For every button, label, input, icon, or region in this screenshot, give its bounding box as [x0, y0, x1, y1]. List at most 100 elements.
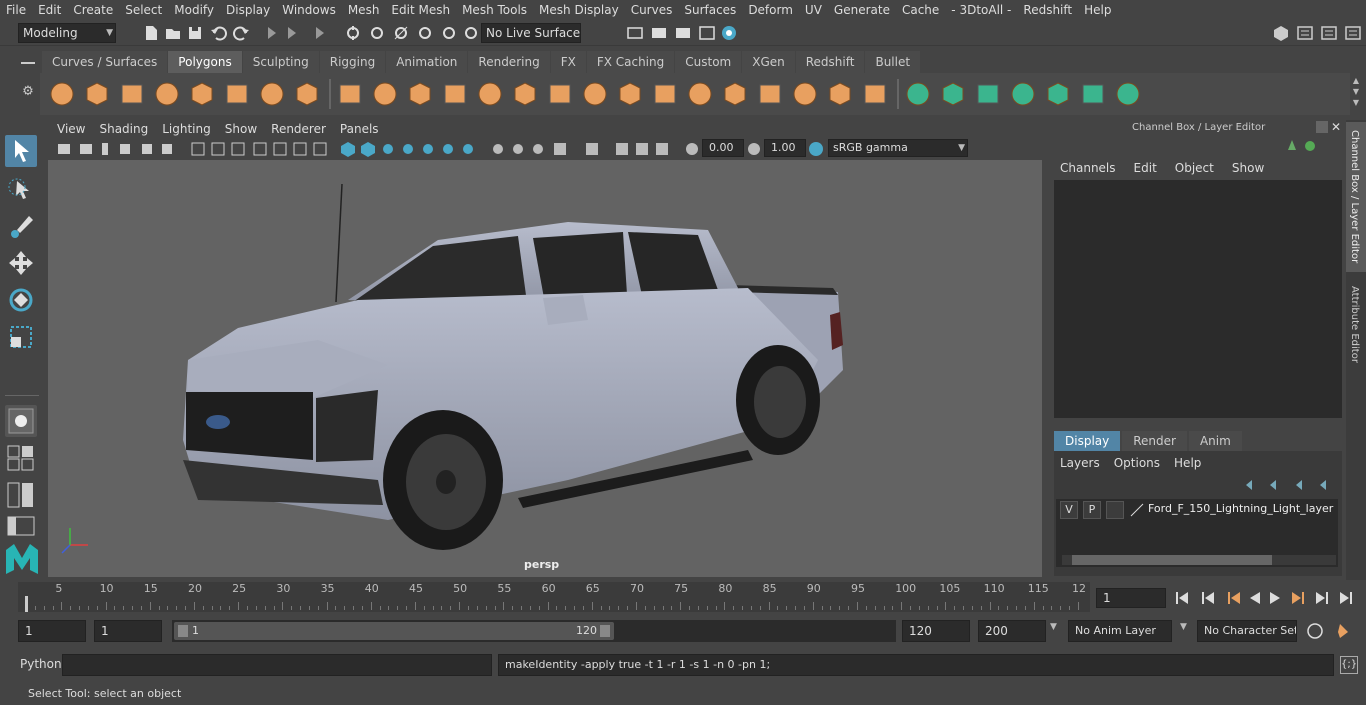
automatic-uv-icon[interactable] — [1009, 80, 1037, 108]
mode-dropdown[interactable]: Modeling ▼ — [18, 23, 116, 43]
menu-edit[interactable]: Edit — [32, 0, 67, 20]
snap-point-icon[interactable] — [392, 24, 410, 42]
perspective-viewport[interactable]: persp — [48, 160, 1042, 577]
menu-mesh-tools[interactable]: Mesh Tools — [456, 0, 533, 20]
range-slider-end-handle[interactable] — [600, 625, 610, 637]
multi-cut-icon[interactable] — [581, 80, 609, 108]
plane-icon[interactable] — [188, 80, 216, 108]
spherical-uv-icon[interactable] — [974, 80, 1002, 108]
menu-select[interactable]: Select — [119, 0, 168, 20]
layer-visibility-toggle[interactable]: V — [1060, 501, 1078, 519]
bridge-icon[interactable] — [511, 80, 539, 108]
layer-scrollbar[interactable] — [1062, 555, 1336, 565]
colorspace-dropdown[interactable]: sRGB gamma ▼ — [828, 139, 968, 157]
toggle-attribute-editor-icon[interactable] — [1296, 24, 1314, 42]
menu-3dtoall[interactable]: - 3DtoAll - — [945, 0, 1017, 20]
pyramid-icon[interactable] — [258, 80, 286, 108]
command-input[interactable] — [62, 654, 492, 676]
float-panel-icon[interactable] — [1316, 121, 1328, 133]
lasso-tool-button[interactable] — [5, 173, 37, 205]
render-settings-icon[interactable] — [698, 24, 716, 42]
unfold-uv-icon[interactable] — [1044, 80, 1072, 108]
viewport-menu-lighting[interactable]: Lighting — [155, 122, 218, 136]
ipr-render-icon[interactable] — [674, 24, 692, 42]
viewport-menu-panels[interactable]: Panels — [333, 122, 386, 136]
anim-layer-dropdown[interactable]: No Anim Layer — [1068, 620, 1172, 642]
range-slider-start-handle[interactable] — [178, 625, 188, 637]
command-language-label[interactable]: Python — [20, 657, 62, 671]
cube-icon[interactable] — [83, 80, 111, 108]
sew-uv-icon[interactable] — [1114, 80, 1142, 108]
character-set-dropdown[interactable]: No Character Set — [1197, 620, 1297, 642]
menu-display[interactable]: Display — [220, 0, 276, 20]
channel-box-menu-edit[interactable]: Edit — [1134, 161, 1175, 175]
shelf-tab-curves-surfaces[interactable]: Curves / Surfaces — [42, 51, 168, 73]
shelf-tab-fx[interactable]: FX — [550, 51, 586, 73]
side-by-side-layout-button[interactable] — [6, 482, 36, 508]
range-slider-track[interactable]: 1 120 — [172, 620, 896, 642]
single-perspective-layout-button[interactable] — [5, 405, 37, 437]
shelf-tab-custom[interactable]: Custom — [675, 51, 742, 73]
viewport-menu-show[interactable]: Show — [218, 122, 264, 136]
snap-curve-icon[interactable] — [368, 24, 386, 42]
insert-edge-loop-icon[interactable] — [721, 80, 749, 108]
layer-tab-anim[interactable]: Anim — [1188, 431, 1242, 451]
append-polygon-icon[interactable] — [686, 80, 714, 108]
shelf-tab-redshift[interactable]: Redshift — [795, 51, 865, 73]
menu-help[interactable]: Help — [1078, 0, 1117, 20]
collapse-icon[interactable] — [861, 80, 889, 108]
channel-box-menu-show[interactable]: Show — [1232, 161, 1282, 175]
cylindrical-uv-icon[interactable] — [939, 80, 967, 108]
animation-start-field[interactable]: 1 — [18, 620, 86, 642]
layer-playback-toggle[interactable]: P — [1083, 501, 1101, 519]
paint-select-tool-button[interactable] — [5, 210, 37, 242]
close-panel-icon[interactable]: ✕ — [1331, 120, 1341, 134]
uv-editor-icon[interactable] — [1079, 80, 1107, 108]
layer-menu-layers[interactable]: Layers — [1060, 456, 1114, 470]
cylinder-icon[interactable] — [118, 80, 146, 108]
four-view-layout-button[interactable] — [6, 445, 36, 471]
viewport-menu-view[interactable]: View — [50, 122, 92, 136]
side-tab-channel-box[interactable]: Channel Box / Layer Editor — [1346, 122, 1366, 272]
channel-box-menu-object[interactable]: Object — [1175, 161, 1232, 175]
snap-surface-icon[interactable] — [440, 24, 458, 42]
workspace-cube-icon[interactable] — [1272, 24, 1290, 42]
layer-menu-help[interactable]: Help — [1174, 456, 1215, 470]
combine-icon[interactable] — [336, 80, 364, 108]
render-view-icon[interactable] — [626, 24, 644, 42]
menu-mesh-display[interactable]: Mesh Display — [533, 0, 625, 20]
layer-scrollbar-thumb[interactable] — [1072, 555, 1272, 565]
mirror-icon[interactable] — [406, 80, 434, 108]
shelf-tab-sculpting[interactable]: Sculpting — [242, 51, 319, 73]
bevel-icon[interactable] — [546, 80, 574, 108]
pipe-icon[interactable] — [293, 80, 321, 108]
gamma-field[interactable]: 1.00 — [764, 139, 806, 157]
shelf-tab-animation[interactable]: Animation — [386, 51, 468, 73]
snap-view-icon[interactable] — [416, 24, 434, 42]
select-object-icon[interactable] — [282, 24, 300, 42]
layer-row[interactable]: V P Ford_F_150_Lightning_Light_layer — [1060, 501, 1336, 519]
timeline-current-frame-marker[interactable] — [25, 596, 28, 612]
side-tab-attribute-editor[interactable]: Attribute Editor — [1346, 280, 1366, 380]
character-set-arrow-icon[interactable]: ▼ — [1180, 622, 1187, 632]
exposure-field[interactable]: 0.00 — [702, 139, 744, 157]
current-frame-field[interactable]: 1 — [1096, 588, 1166, 608]
live-surface-field[interactable]: No Live Surface — [481, 23, 581, 43]
separate-icon[interactable] — [371, 80, 399, 108]
target-weld-icon[interactable] — [616, 80, 644, 108]
toggle-tool-settings-icon[interactable] — [1320, 24, 1338, 42]
anim-layer-arrow-icon[interactable]: ▼ — [1050, 622, 1057, 632]
playback-start-field[interactable]: 1 — [94, 620, 162, 642]
layer-tab-display[interactable]: Display — [1054, 431, 1121, 451]
redo-icon[interactable] — [232, 24, 250, 42]
menu-edit-mesh[interactable]: Edit Mesh — [385, 0, 456, 20]
menu-mesh[interactable]: Mesh — [342, 0, 386, 20]
layer-display-type-toggle[interactable] — [1106, 501, 1124, 519]
smooth-icon[interactable] — [441, 80, 469, 108]
menu-redshift[interactable]: Redshift — [1017, 0, 1078, 20]
channel-box-menu-channels[interactable]: Channels — [1060, 161, 1134, 175]
menu-create[interactable]: Create — [67, 0, 119, 20]
rotate-tool-button[interactable] — [5, 284, 37, 316]
script-editor-icon[interactable]: {;} — [1340, 656, 1358, 674]
menu-uv[interactable]: UV — [799, 0, 828, 20]
